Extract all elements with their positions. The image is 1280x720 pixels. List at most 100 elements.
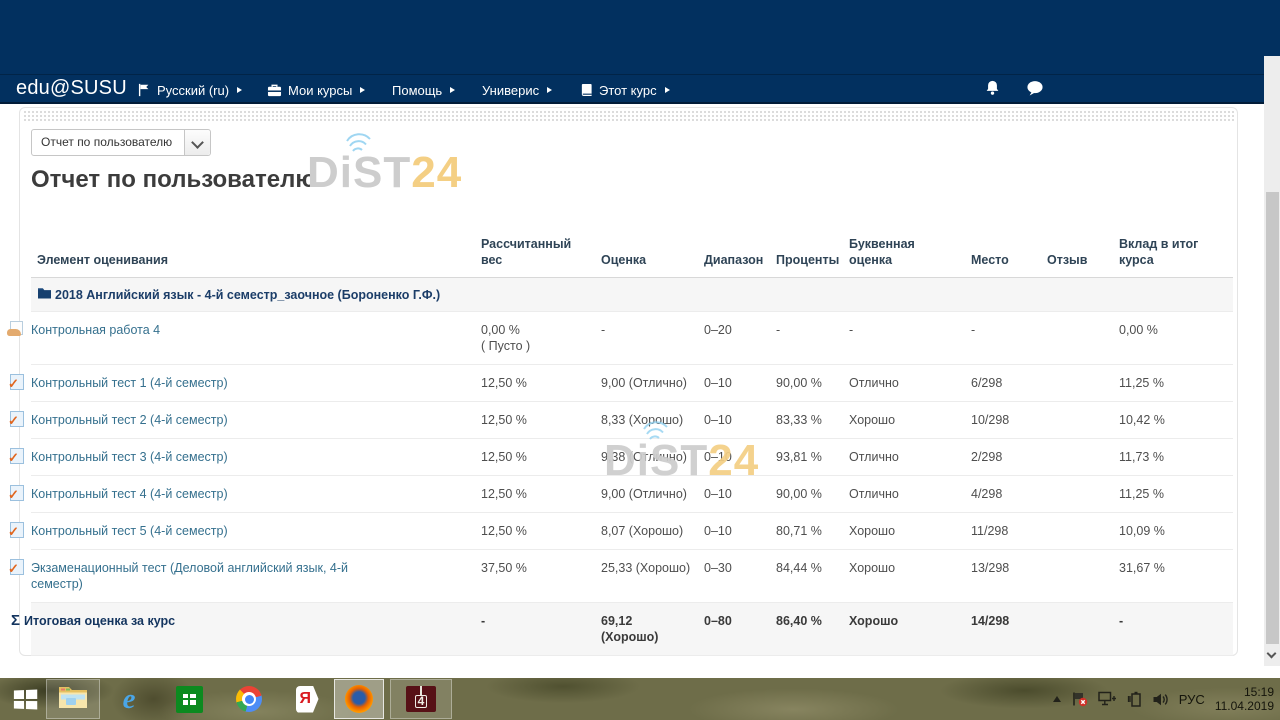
chevron-right-icon — [547, 87, 552, 93]
cell-feedback — [1047, 550, 1119, 603]
scrollbar-thumb[interactable] — [1266, 192, 1279, 644]
cell-percent: - — [776, 312, 849, 365]
report-type-select[interactable]: Отчет по пользователю — [31, 129, 211, 156]
chevron-down-icon — [184, 130, 210, 155]
site-logo[interactable]: edu@SUSU — [16, 77, 127, 100]
clock-time: 15:19 — [1215, 685, 1274, 699]
nav-this-course-label: Этот курс — [599, 83, 657, 98]
quiz-icon — [10, 522, 24, 538]
cell-weight: - — [481, 603, 601, 656]
redbox-app-button[interactable]: 4 — [390, 679, 452, 719]
quiz-icon — [10, 559, 24, 575]
nav-univeris-menu[interactable]: Универис — [482, 80, 552, 100]
file-explorer-button[interactable] — [46, 679, 100, 719]
cell-percent: 80,71 % — [776, 513, 849, 550]
cell-weight: 12,50 % — [481, 439, 601, 476]
cell-grade: 9,00 (Отлично) — [601, 476, 704, 513]
firefox-button[interactable] — [334, 679, 384, 719]
grade-item-link[interactable]: Контрольная работа 4 — [31, 323, 160, 337]
cell-letter: Хорошо — [849, 550, 971, 603]
notifications-button[interactable] — [981, 79, 1003, 101]
cell-contribution: 11,73 % — [1119, 439, 1233, 476]
internet-explorer-button[interactable]: e — [110, 679, 148, 719]
cell-letter: Хорошо — [849, 402, 971, 439]
nav-help-label: Помощь — [392, 83, 442, 98]
chrome-button[interactable] — [230, 679, 268, 719]
chevron-right-icon — [360, 87, 365, 93]
quiz-icon — [10, 448, 24, 464]
volume-icon[interactable] — [1152, 692, 1169, 707]
folder-icon — [37, 286, 52, 303]
main-content: Отчет по пользователю Отчет по пользоват… — [19, 107, 1238, 656]
cell-feedback — [1047, 312, 1119, 365]
grade-item-link[interactable]: Контрольный тест 3 (4-й семестр) — [31, 450, 228, 464]
battery-icon[interactable] — [1127, 691, 1142, 707]
cell-grade: 9,00 (Отлично) — [601, 365, 704, 402]
cell-contribution: - — [1119, 603, 1233, 656]
yandex-browser-icon: Я — [296, 686, 319, 713]
grade-item-link[interactable]: Контрольный тест 4 (4-й семестр) — [31, 487, 228, 501]
assignment-icon — [10, 321, 23, 335]
grade-item-link[interactable]: Экзаменационный тест (Деловой английский… — [31, 560, 403, 592]
quiz-icon — [10, 374, 24, 390]
scrollbar-down-arrow-icon[interactable] — [1267, 649, 1277, 659]
nav-my-courses-menu[interactable]: Мои курсы — [267, 80, 365, 100]
clock-date: 11.04.2019 — [1215, 699, 1274, 713]
col-range: Диапазон — [704, 226, 776, 278]
col-rank: Место — [971, 226, 1047, 278]
col-grade-item: Элемент оценивания — [31, 226, 481, 278]
start-button[interactable] — [6, 679, 44, 719]
site-header: edu@SUSU Русский (ru) Мои курсы Помощь У… — [0, 0, 1280, 104]
cell-range: 0–20 — [704, 312, 776, 365]
redbox-app-icon: 4 — [406, 686, 436, 712]
table-row: Контрольный тест 5 (4-й семестр) 12,50 %… — [31, 513, 1233, 550]
nav-univeris-label: Универис — [482, 83, 539, 98]
table-row: Контрольный тест 3 (4-й семестр) 12,50 %… — [31, 439, 1233, 476]
tray-expand-icon[interactable] — [1053, 696, 1061, 702]
cell-weight: 12,50 % — [481, 402, 601, 439]
cell-percent: 84,44 % — [776, 550, 849, 603]
chat-icon — [1026, 80, 1044, 101]
report-type-value: Отчет по пользователю — [32, 130, 184, 155]
cell-letter: Отлично — [849, 365, 971, 402]
chevron-right-icon — [450, 87, 455, 93]
internet-explorer-icon: e — [123, 685, 136, 713]
dist24-watermark: DiST24 — [307, 148, 462, 198]
cell-letter: Отлично — [849, 476, 971, 513]
cell-letter: - — [849, 312, 971, 365]
action-center-flag-icon[interactable] — [1071, 691, 1088, 707]
cell-rank: 13/298 — [971, 550, 1047, 603]
col-grade: Оценка — [601, 226, 704, 278]
nav-language-menu[interactable]: Русский (ru) — [137, 80, 242, 100]
grade-report-table: Элемент оценивания Рассчитанный вес Оцен… — [31, 226, 1233, 656]
grade-item-link[interactable]: Контрольный тест 1 (4-й семестр) — [31, 376, 228, 390]
cell-letter: Хорошо — [849, 603, 971, 656]
cell-grade: 8,33 (Хорошо) — [601, 402, 704, 439]
grade-item-link[interactable]: Контрольный тест 2 (4-й семестр) — [31, 413, 228, 427]
chrome-icon — [236, 686, 262, 712]
page-title: Отчет по пользователю — [31, 166, 316, 194]
windows-store-button[interactable] — [170, 679, 208, 719]
clock[interactable]: 15:19 11.04.2019 — [1215, 685, 1274, 713]
messages-button[interactable] — [1024, 79, 1046, 101]
cell-range: 0–10 — [704, 365, 776, 402]
briefcase-icon — [267, 83, 282, 97]
cell-percent: 86,40 % — [776, 603, 849, 656]
yandex-browser-button[interactable]: Я — [288, 679, 326, 719]
language-indicator[interactable]: РУС — [1179, 692, 1205, 707]
cell-weight: 0,00 %( Пусто ) — [481, 312, 601, 365]
col-weight: Рассчитанный вес — [481, 226, 601, 278]
cell-rank: 10/298 — [971, 402, 1047, 439]
cell-rank: 4/298 — [971, 476, 1047, 513]
cell-grade: 8,07 (Хорошо) — [601, 513, 704, 550]
vertical-scrollbar[interactable] — [1264, 56, 1280, 666]
nav-this-course-menu[interactable]: Этот курс — [580, 80, 670, 100]
windows-store-icon — [176, 686, 203, 713]
chevron-right-icon — [237, 87, 242, 93]
nav-help-menu[interactable]: Помощь — [392, 80, 455, 100]
cell-weight: 12,50 % — [481, 476, 601, 513]
nav-my-courses-label: Мои курсы — [288, 83, 352, 98]
network-icon[interactable] — [1098, 691, 1117, 707]
cell-feedback — [1047, 439, 1119, 476]
grade-item-link[interactable]: Контрольный тест 5 (4-й семестр) — [31, 524, 228, 538]
